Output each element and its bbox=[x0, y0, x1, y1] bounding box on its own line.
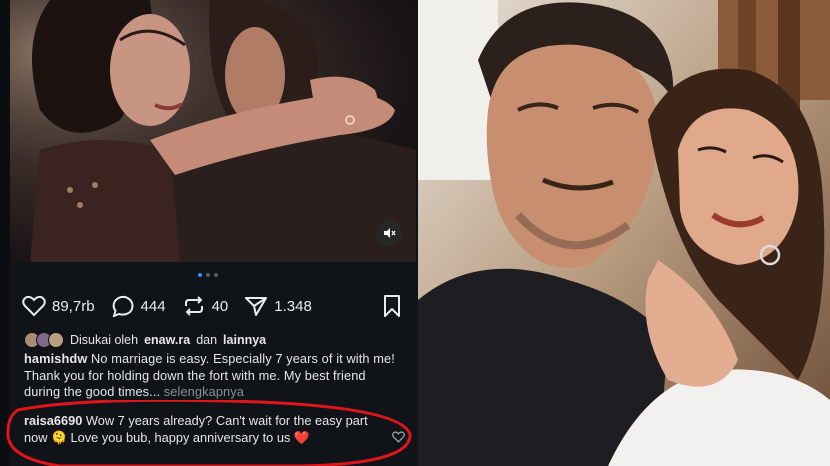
likes-count: 89,7rb bbox=[52, 297, 95, 315]
carousel-dot bbox=[206, 273, 210, 277]
frame-edge bbox=[0, 0, 10, 466]
like-button[interactable]: 89,7rb bbox=[22, 295, 95, 317]
like-comment-icon bbox=[392, 431, 405, 443]
comment-button[interactable]: 444 bbox=[111, 295, 166, 317]
comment-username[interactable]: raisa6690 bbox=[24, 413, 82, 428]
post-caption: hamishdw No marriage is easy. Especially… bbox=[24, 351, 404, 401]
liked-by-others[interactable]: lainnya bbox=[223, 333, 266, 347]
comment-icon bbox=[112, 295, 134, 317]
post-media[interactable] bbox=[10, 0, 416, 262]
action-bar: 89,7rb 444 40 1.348 bbox=[22, 292, 406, 320]
composite-image: 89,7rb 444 40 1.348 Disukai oleh enaw.ra… bbox=[0, 0, 830, 466]
comments-count: 444 bbox=[140, 297, 166, 315]
share-button[interactable]: 1.348 bbox=[244, 295, 312, 317]
liked-by-prefix: Disukai oleh bbox=[70, 333, 139, 347]
repost-button[interactable]: 40 bbox=[182, 295, 229, 317]
mute-button[interactable] bbox=[376, 220, 402, 246]
liker-avatars bbox=[24, 332, 64, 348]
comment-like-button[interactable] bbox=[392, 430, 405, 448]
avatar[interactable] bbox=[48, 332, 64, 348]
liked-by-conj: dan bbox=[196, 333, 218, 347]
couple-photo-art bbox=[418, 0, 830, 466]
liked-by-line: Disukai oleh enaw.ra dan lainnya bbox=[24, 332, 266, 348]
instagram-post: 89,7rb 444 40 1.348 Disukai oleh enaw.ra… bbox=[0, 0, 418, 466]
caption-username[interactable]: hamishdw bbox=[24, 351, 87, 366]
bookmark-icon bbox=[384, 295, 400, 317]
couple-photo bbox=[418, 0, 830, 466]
share-icon bbox=[245, 297, 268, 316]
heart-icon bbox=[22, 295, 46, 317]
mute-icon bbox=[384, 228, 396, 238]
save-button[interactable] bbox=[382, 294, 402, 322]
shares-count: 1.348 bbox=[274, 297, 312, 315]
reposts-count: 40 bbox=[211, 297, 229, 315]
repost-icon bbox=[184, 296, 203, 316]
carousel-dot bbox=[214, 273, 218, 277]
comment-item: raisa6690 Wow 7 years already? Can't wai… bbox=[24, 413, 384, 446]
carousel-indicator bbox=[198, 273, 218, 277]
caption-more-link[interactable]: selengkapnya bbox=[164, 384, 244, 399]
post-photo bbox=[10, 0, 416, 262]
liked-by-user[interactable]: enaw.ra bbox=[144, 333, 190, 347]
carousel-dot-active bbox=[198, 273, 202, 277]
